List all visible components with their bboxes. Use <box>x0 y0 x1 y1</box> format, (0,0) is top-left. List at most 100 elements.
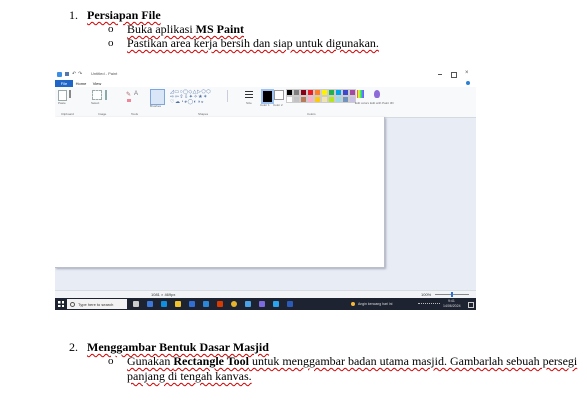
eraser-icon[interactable] <box>127 99 131 102</box>
group-shapes: Shapes <box>198 112 209 116</box>
shapes-gallery[interactable]: ◿▭○▢◇△▷⬠⬡ ⇨⇦⇧⇩✦✧★✶ ♡☁◔◕◯◐◑◒ <box>170 90 232 106</box>
search-icon <box>70 302 75 307</box>
explorer-icon[interactable] <box>175 301 181 307</box>
section-1-title: Persiapan File <box>87 8 161 22</box>
color-palette <box>286 89 356 105</box>
palette-swatch[interactable] <box>286 89 293 96</box>
ribbon: Paste Select ✎ A Brushes ◿▭○▢◇△▷⬠⬡ ⇨⇦⇧⇩✦✧… <box>55 87 476 118</box>
windows-start-icon[interactable] <box>58 301 64 307</box>
windows-icon[interactable] <box>133 301 139 307</box>
drawing-canvas[interactable] <box>55 117 385 268</box>
image-size-text: 1081 × 469px <box>151 292 176 297</box>
pencil-icon[interactable]: ✎ <box>126 91 131 98</box>
palette-swatch[interactable] <box>335 89 342 96</box>
item-text: Gunakan <box>127 354 174 368</box>
palette-swatch[interactable] <box>328 96 335 103</box>
palette-swatch[interactable] <box>300 89 307 96</box>
bullet: o <box>108 37 114 49</box>
tab-file[interactable]: File <box>55 80 73 87</box>
select-icon[interactable] <box>92 90 102 100</box>
task-view-icon[interactable] <box>147 301 153 307</box>
palette-swatch[interactable] <box>307 89 314 96</box>
palette-swatch[interactable] <box>293 89 300 96</box>
chrome-icon[interactable] <box>231 301 237 307</box>
store-icon[interactable] <box>189 301 195 307</box>
list-item: Pastikan area kerja bersih dan siap untu… <box>127 36 379 50</box>
palette-swatch[interactable] <box>335 96 342 103</box>
item-text: untuk menggambar badan utama masjid. Gam… <box>249 354 578 368</box>
paint-icon[interactable] <box>245 301 251 307</box>
redo-icon[interactable]: ↷ <box>78 71 82 77</box>
window-titlebar: ↶ ↷ Untitled - Paint × <box>55 69 476 80</box>
undo-icon[interactable]: ↶ <box>72 71 76 77</box>
palette-swatch[interactable] <box>307 96 314 103</box>
size-icon[interactable] <box>245 91 253 99</box>
save-icon[interactable] <box>65 72 69 76</box>
brushes-icon[interactable] <box>150 89 165 105</box>
palette-swatch[interactable] <box>321 89 328 96</box>
group-clipboard: Clipboard <box>61 112 74 116</box>
item-text: Buka aplikasi <box>127 22 196 36</box>
zoom-slider[interactable] <box>435 292 469 297</box>
tab-home[interactable]: Home <box>73 80 89 87</box>
item-bold: MS Paint <box>195 22 244 36</box>
outline-fill-icons[interactable] <box>227 90 243 102</box>
palette-swatch[interactable] <box>300 96 307 103</box>
help-icon[interactable] <box>466 81 470 85</box>
ribbon-label: Brushes <box>150 104 162 108</box>
minimize-icon[interactable] <box>438 74 442 75</box>
palette-swatch[interactable] <box>328 89 335 96</box>
bullet: o <box>108 23 114 35</box>
ribbon-label: Color 2 <box>273 103 283 107</box>
ribbon-label: Paste <box>58 101 66 105</box>
system-tray-icons[interactable] <box>418 303 440 306</box>
taskbar-search[interactable]: Type here to search <box>67 299 127 309</box>
close-icon[interactable]: × <box>465 70 469 76</box>
palette-swatch[interactable] <box>321 96 328 103</box>
vscode-icon[interactable] <box>273 301 279 307</box>
maximize-icon[interactable] <box>451 72 457 78</box>
color-1-swatch[interactable] <box>261 89 274 104</box>
ribbon-label: Size <box>246 101 252 105</box>
group-colors: Colors <box>307 112 316 116</box>
search-placeholder: Type here to search <box>78 302 114 307</box>
ribbon-label: Edit with Paint 3D <box>370 101 394 105</box>
list-item-continuation: panjang di tengah kanvas. <box>127 369 252 383</box>
ribbon-tabs: File Home View <box>55 80 476 87</box>
section-1-number: 1. <box>69 8 78 22</box>
palette-swatch[interactable] <box>286 96 293 103</box>
palette-swatch[interactable] <box>342 89 349 96</box>
zoom-level: 100% <box>421 292 432 297</box>
fill-icon[interactable]: A <box>134 91 138 97</box>
group-image: Image <box>98 112 107 116</box>
bullet: o <box>108 355 114 367</box>
color-2-swatch[interactable] <box>274 90 284 100</box>
section-2-title-text: Menggambar Bentuk Dasar Masjid <box>87 340 269 354</box>
photos-icon[interactable] <box>259 301 265 307</box>
office-icon[interactable] <box>217 301 223 307</box>
crop-resize-icons[interactable] <box>105 90 119 100</box>
palette-swatch[interactable] <box>314 89 321 96</box>
palette-swatch[interactable] <box>349 89 356 96</box>
palette-swatch[interactable] <box>293 96 300 103</box>
cut-copy-icons[interactable] <box>69 90 83 98</box>
ribbon-label: Select <box>91 101 100 105</box>
ribbon-label: Color 1 <box>260 103 270 107</box>
word-icon[interactable] <box>287 301 293 307</box>
weather-text[interactable]: Angin kencang hari ini <box>358 302 392 306</box>
paint3d-icon[interactable] <box>374 90 380 98</box>
edit-colors-icon[interactable] <box>357 90 364 98</box>
list-item: Gunakan Rectangle Tool untuk menggambar … <box>127 354 577 368</box>
weather-icon[interactable] <box>351 302 355 306</box>
tab-view[interactable]: View <box>89 80 105 87</box>
clock-time[interactable]: 9:41 <box>448 299 455 303</box>
palette-swatch[interactable] <box>314 96 321 103</box>
edge-icon[interactable] <box>161 301 167 307</box>
mail-icon[interactable] <box>203 301 209 307</box>
list-item: Buka aplikasi MS Paint <box>127 22 244 36</box>
group-tools: Tools <box>131 112 139 116</box>
palette-swatch[interactable] <box>342 96 349 103</box>
notification-icon[interactable] <box>468 302 474 308</box>
clock-date[interactable]: 14/06/2024 <box>443 304 461 308</box>
paste-icon[interactable] <box>58 90 67 101</box>
